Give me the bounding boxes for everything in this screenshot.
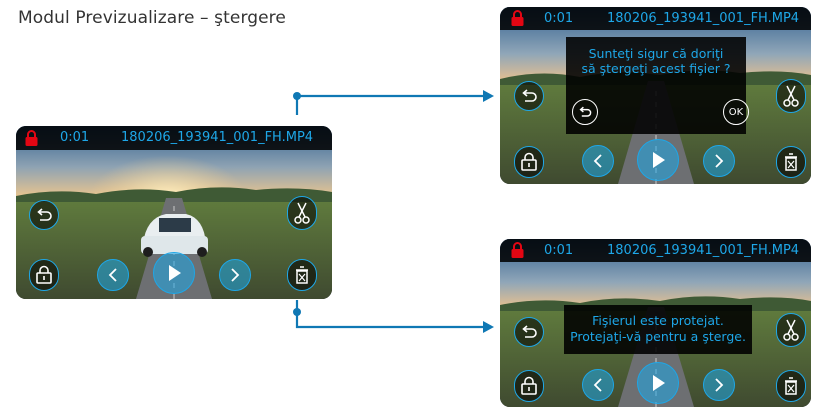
- back-icon: [37, 208, 52, 221]
- dialog-message-line2: să ştergeţi acest fişier ?: [581, 61, 731, 76]
- back-button[interactable]: [514, 317, 544, 347]
- back-icon: [522, 89, 537, 102]
- dialog-ok-button[interactable]: OK: [723, 99, 749, 125]
- delete-button[interactable]: [287, 259, 317, 291]
- protect-icon: [36, 265, 52, 284]
- back-button[interactable]: [29, 200, 59, 230]
- dialog-back-button[interactable]: [572, 99, 598, 125]
- protect-button[interactable]: [514, 146, 544, 178]
- cut-icon: [294, 202, 310, 224]
- delete-icon: [785, 377, 797, 395]
- protected-file-screen: 0:01 180206_193941_001_FH.MP4 Fişierul e…: [500, 239, 811, 407]
- next-icon: [231, 268, 240, 282]
- delete-icon: [785, 153, 797, 171]
- next-button[interactable]: [703, 145, 735, 177]
- next-icon: [715, 154, 724, 168]
- main-preview-screen: 0:01 180206_193941_001_FH.MP4: [16, 126, 332, 299]
- protect-button[interactable]: [514, 370, 544, 402]
- back-button[interactable]: [514, 81, 544, 111]
- lock-icon: [25, 130, 38, 146]
- previous-button[interactable]: [582, 145, 614, 177]
- connector-to-confirm: [295, 94, 483, 115]
- playback-time: 0:01: [544, 243, 574, 258]
- dialog-message-line2: Protejaţi-vă pentru a şterge.: [570, 329, 746, 344]
- dialog-message-line1: Sunteţi sigur că doriţi: [588, 46, 724, 61]
- next-button[interactable]: [703, 369, 735, 401]
- previous-icon: [108, 268, 117, 282]
- delete-button[interactable]: [776, 146, 806, 178]
- previous-button[interactable]: [97, 259, 129, 291]
- status-bar: 0:01 180206_193941_001_FH.MP4: [16, 126, 332, 150]
- connector-arrow-confirm: [483, 90, 494, 102]
- next-button[interactable]: [219, 259, 251, 291]
- back-icon: [579, 106, 592, 117]
- connector-to-protected: [295, 300, 483, 329]
- delete-icon: [296, 266, 308, 284]
- previous-icon: [593, 154, 602, 168]
- status-bar: 0:01 180206_193941_001_FH.MP4: [500, 7, 811, 30]
- file-name: 180206_193941_001_FH.MP4: [607, 243, 800, 258]
- status-bar: 0:01 180206_193941_001_FH.MP4: [500, 239, 811, 262]
- cut-button[interactable]: [287, 196, 317, 230]
- confirm-delete-screen: 0:01 180206_193941_001_FH.MP4 Sunteţi si…: [500, 7, 811, 184]
- lock-icon: [511, 242, 524, 258]
- protect-button[interactable]: [29, 259, 59, 291]
- lock-icon: [511, 10, 524, 26]
- previous-icon: [593, 378, 602, 392]
- playback-time: 0:01: [60, 130, 90, 145]
- protect-icon: [521, 152, 537, 171]
- cut-icon: [783, 85, 799, 107]
- confirm-dialog: Sunteţi sigur că doriţi să ştergeţi aces…: [566, 37, 749, 134]
- connector-dot-protected: [293, 308, 301, 316]
- protected-dialog: Fişierul este protejat. Protejaţi-vă pen…: [564, 305, 752, 354]
- protect-icon: [521, 376, 537, 395]
- play-button[interactable]: [637, 139, 679, 181]
- back-icon: [522, 325, 537, 338]
- file-name: 180206_193941_001_FH.MP4: [121, 130, 314, 145]
- next-icon: [715, 378, 724, 392]
- playback-time: 0:01: [544, 11, 574, 26]
- file-name: 180206_193941_001_FH.MP4: [607, 11, 800, 26]
- play-button[interactable]: [153, 252, 195, 294]
- ok-icon: OK: [728, 106, 744, 118]
- play-icon: [169, 265, 181, 281]
- connector-dot-confirm: [293, 92, 301, 100]
- connector-arrow-protected: [483, 321, 494, 333]
- cut-button[interactable]: [776, 79, 806, 113]
- play-icon: [653, 375, 665, 391]
- previous-button[interactable]: [582, 369, 614, 401]
- delete-button[interactable]: [776, 370, 806, 402]
- cut-icon: [783, 319, 799, 341]
- cut-button[interactable]: [776, 313, 806, 347]
- play-icon: [653, 152, 665, 168]
- play-button[interactable]: [637, 362, 679, 404]
- dialog-message-line1: Fişierul este protejat.: [592, 313, 724, 328]
